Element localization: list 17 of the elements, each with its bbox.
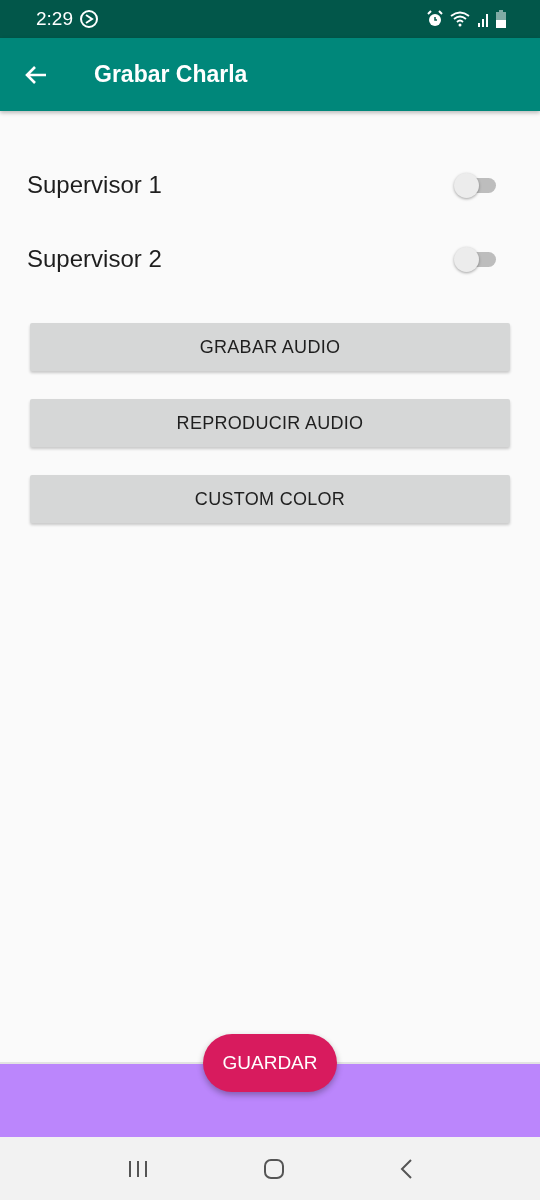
battery-icon [496, 10, 506, 28]
app-status-icon [79, 9, 99, 29]
toggle-switch[interactable] [454, 245, 498, 273]
toggle-switch[interactable] [454, 171, 498, 199]
action-button[interactable]: CUSTOM COLOR [30, 475, 510, 523]
alarm-icon [426, 10, 444, 28]
recent-apps-icon[interactable] [127, 1158, 149, 1179]
action-button[interactable]: GRABAR AUDIO [30, 323, 510, 371]
switch-label: Supervisor 2 [27, 245, 162, 273]
back-icon[interactable] [399, 1157, 413, 1180]
home-icon[interactable] [263, 1157, 285, 1180]
status-time: 2:29 [36, 8, 73, 30]
wifi-icon [450, 11, 470, 27]
action-button[interactable]: REPRODUCIR AUDIO [30, 399, 510, 447]
switch-label: Supervisor 1 [27, 171, 162, 199]
screen-title: Grabar Charla [94, 61, 248, 88]
save-button[interactable]: GUARDAR [203, 1034, 337, 1092]
